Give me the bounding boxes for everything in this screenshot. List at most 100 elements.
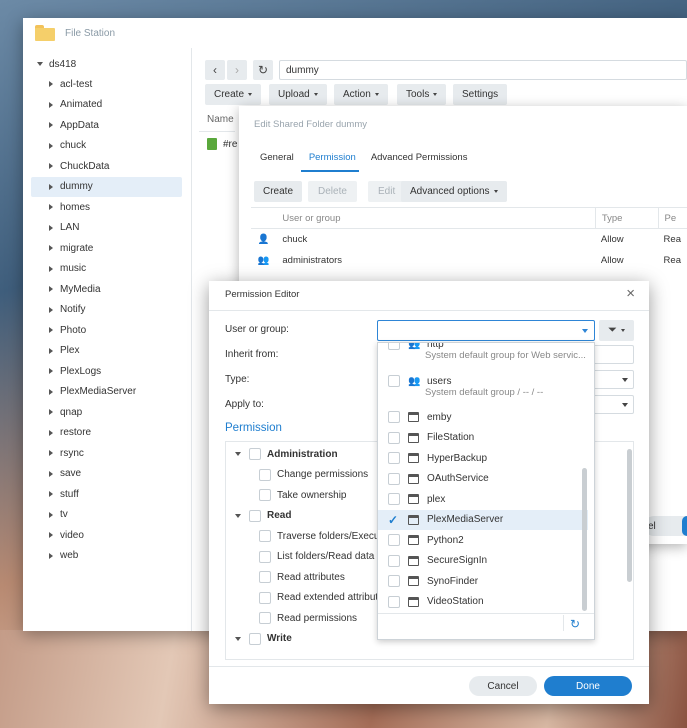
chevron-right-icon[interactable] xyxy=(49,368,53,375)
checkbox[interactable] xyxy=(259,530,271,542)
checkbox[interactable] xyxy=(388,452,400,464)
permission-item[interactable]: List folders/Read data xyxy=(259,550,374,563)
tree-item[interactable]: save xyxy=(23,464,191,485)
checkbox[interactable] xyxy=(388,343,400,350)
back-button[interactable]: ‹ xyxy=(205,60,225,80)
checkbox[interactable] xyxy=(259,591,271,604)
chevron-right-icon[interactable] xyxy=(49,224,53,231)
chevron-down-icon[interactable] xyxy=(235,636,241,641)
name-column-header[interactable]: Name xyxy=(199,114,235,132)
chevron-right-icon[interactable] xyxy=(49,81,53,88)
chevron-right-icon[interactable] xyxy=(49,532,53,539)
checkbox[interactable] xyxy=(259,550,271,563)
list-item[interactable]: SecureSignIn xyxy=(378,551,588,571)
chevron-right-icon[interactable] xyxy=(49,183,53,190)
tree-root-ds418[interactable]: ds418 xyxy=(23,54,191,74)
tree-item[interactable]: migrate xyxy=(23,238,191,259)
list-item[interactable]: plex xyxy=(378,489,588,509)
done-button[interactable]: Done xyxy=(544,676,632,696)
user-or-group-combo[interactable] xyxy=(377,320,595,341)
chevron-down-icon[interactable] xyxy=(235,513,241,518)
tree-item[interactable]: PlexMediaServer xyxy=(23,382,191,403)
perm-edit-button[interactable]: Edit xyxy=(368,181,406,202)
chevron-right-icon[interactable] xyxy=(49,163,53,170)
tree-item[interactable]: tv xyxy=(23,505,191,526)
perm-create-button[interactable]: Create xyxy=(254,181,303,202)
checkbox[interactable] xyxy=(388,595,400,608)
tree-item[interactable]: LAN xyxy=(23,218,191,239)
tree-item[interactable]: Photo xyxy=(23,320,191,341)
shared-folder-ok-button[interactable] xyxy=(682,516,687,536)
checkbox[interactable] xyxy=(388,554,400,567)
list-item[interactable]: ✓ PlexMediaServer xyxy=(378,509,588,530)
advanced-options-button[interactable]: Advanced options xyxy=(401,181,507,202)
path-field[interactable]: dummy xyxy=(279,60,687,80)
checkbox[interactable] xyxy=(388,411,400,423)
checkbox[interactable] xyxy=(249,448,261,460)
list-item[interactable]: FileStation xyxy=(378,428,588,448)
tab-advanced-permissions[interactable]: Advanced Permissions xyxy=(371,152,468,163)
tab-permission[interactable]: Permission xyxy=(309,152,356,163)
scrollbar[interactable] xyxy=(582,468,587,611)
tree-item[interactable]: qnap xyxy=(23,402,191,423)
tree-item[interactable]: ChuckData xyxy=(23,156,191,177)
list-item[interactable]: Python2 xyxy=(378,530,588,550)
chevron-right-icon[interactable] xyxy=(49,429,53,436)
chevron-right-icon[interactable] xyxy=(49,409,53,416)
refresh-button[interactable]: ↻ xyxy=(253,60,273,80)
chevron-right-icon[interactable] xyxy=(49,245,53,252)
upload-button[interactable]: Upload xyxy=(269,84,327,105)
tree-item[interactable]: acl-test xyxy=(23,74,191,95)
tree-item[interactable]: web xyxy=(23,546,191,567)
col-type[interactable]: Type xyxy=(594,208,658,228)
tree-item[interactable]: chuck xyxy=(23,136,191,157)
refresh-icon[interactable]: ↻ xyxy=(570,617,580,631)
tree-item[interactable]: music xyxy=(23,259,191,280)
checkmark-icon[interactable]: ✓ xyxy=(388,513,400,527)
tree-item[interactable]: dummy xyxy=(31,176,182,197)
close-icon[interactable]: × xyxy=(626,285,635,302)
permission-item[interactable]: Read attributes xyxy=(259,571,345,583)
permission-item[interactable]: Take ownership xyxy=(259,489,346,501)
tree-item[interactable]: video xyxy=(23,525,191,546)
tree-item[interactable]: PlexLogs xyxy=(23,361,191,382)
tree-item[interactable]: homes xyxy=(23,197,191,218)
chevron-down-icon[interactable] xyxy=(582,329,588,333)
tree-item[interactable]: Plex xyxy=(23,341,191,362)
chevron-right-icon[interactable] xyxy=(49,101,53,108)
chevron-right-icon[interactable] xyxy=(49,306,53,313)
chevron-right-icon[interactable] xyxy=(49,388,53,395)
chevron-right-icon[interactable] xyxy=(49,327,53,334)
tree-item[interactable]: Notify xyxy=(23,300,191,321)
tools-button[interactable]: Tools xyxy=(397,84,447,105)
tree-item[interactable]: MyMedia xyxy=(23,279,191,300)
tree-item[interactable]: stuff xyxy=(23,484,191,505)
table-row[interactable]: 👤 chuck Allow Rea xyxy=(251,229,687,250)
tree-item[interactable]: AppData xyxy=(23,115,191,136)
tab-general[interactable]: General xyxy=(260,152,294,163)
chevron-right-icon[interactable] xyxy=(49,204,53,211)
tree-item[interactable]: Animated xyxy=(23,95,191,116)
checkbox[interactable] xyxy=(388,575,400,587)
permission-item[interactable]: Change permissions xyxy=(259,468,368,481)
settings-button[interactable]: Settings xyxy=(453,84,508,105)
forward-button[interactable]: › xyxy=(227,60,247,80)
checkbox[interactable] xyxy=(388,472,400,485)
chevron-right-icon[interactable] xyxy=(49,286,53,293)
chevron-right-icon[interactable] xyxy=(49,142,53,149)
permission-item[interactable]: Write xyxy=(235,632,292,645)
list-item[interactable]: SynoFinder xyxy=(378,571,588,591)
col-perm[interactable]: Pe xyxy=(657,208,687,228)
cancel-button[interactable]: Cancel xyxy=(469,676,537,696)
list-item[interactable]: emby xyxy=(378,407,588,427)
chevron-down-icon[interactable] xyxy=(235,452,241,456)
file-row[interactable]: #re xyxy=(207,138,237,150)
permission-item[interactable]: Read xyxy=(235,509,291,522)
list-item[interactable]: VideoStation xyxy=(378,592,588,612)
permission-item[interactable]: Traverse folders/Execute xyxy=(259,530,388,542)
table-row[interactable]: 👥 administrators Allow Rea xyxy=(251,250,687,271)
permission-item[interactable]: Read permissions xyxy=(259,612,357,624)
checkbox[interactable] xyxy=(259,489,271,501)
tree-item[interactable]: restore xyxy=(23,423,191,444)
scrollbar[interactable] xyxy=(627,449,632,582)
